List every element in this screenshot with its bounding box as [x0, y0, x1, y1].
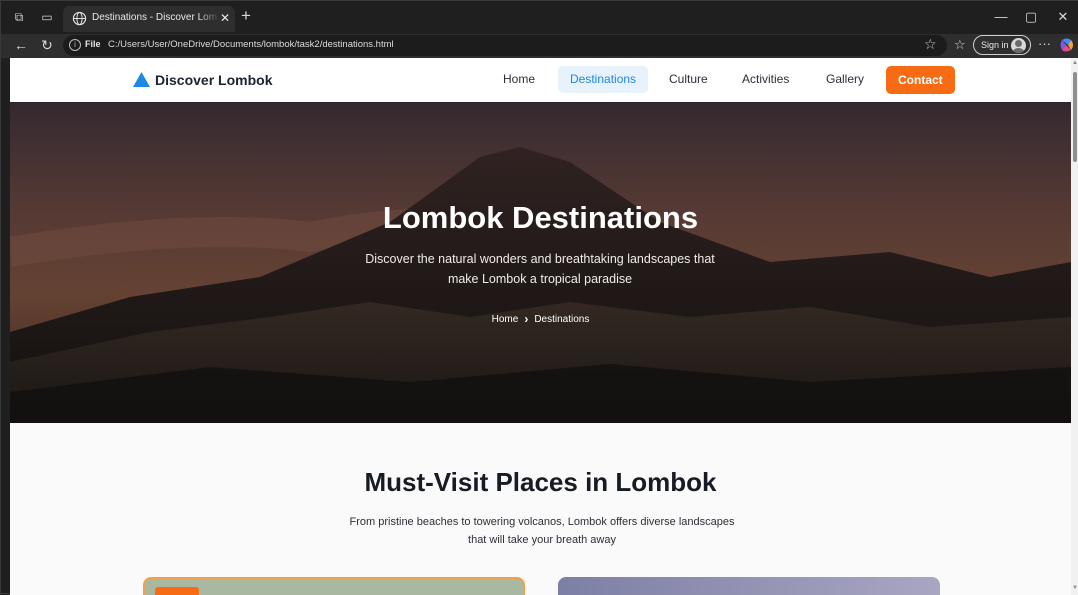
favorites-icon[interactable]: ☆ — [954, 37, 966, 53]
breadcrumb-home[interactable]: Home — [492, 314, 519, 325]
chevron-right-icon: › — [524, 312, 529, 326]
refresh-icon[interactable]: ↻ — [39, 37, 55, 53]
nav-culture[interactable]: Culture — [657, 66, 720, 93]
copilot-icon[interactable] — [1059, 37, 1075, 53]
profile-avatar-icon — [1011, 38, 1026, 53]
close-tab-icon[interactable]: ✕ — [220, 11, 230, 25]
close-window-icon[interactable]: ✕ — [1053, 9, 1073, 25]
must-visit-section: Must-Visit Places in Lombok From pristin… — [10, 423, 1071, 595]
address-scheme: File — [85, 39, 101, 49]
back-icon[interactable]: ← — [13, 37, 29, 53]
breadcrumb: Home › Destinations — [10, 312, 1071, 326]
nav-gallery[interactable]: Gallery — [814, 66, 876, 93]
hero-title: Lombok Destinations — [382, 200, 699, 235]
section-title: Must-Visit Places in Lombok — [364, 467, 717, 497]
browser-window: ⧉ ▭ Destinations - Discover Lombok ✕ + —… — [0, 0, 1078, 595]
scroll-up-icon[interactable]: ▲ — [1072, 60, 1078, 66]
destination-card-image[interactable] — [558, 577, 940, 595]
new-tab-icon[interactable]: + — [241, 7, 251, 25]
more-options-icon[interactable]: ··· — [1038, 36, 1051, 52]
site-navbar: Discover Lombok Home Destinations Cultur… — [10, 58, 1071, 102]
restore-icon[interactable]: ▢ — [1021, 9, 1041, 25]
minimize-icon[interactable]: — — [991, 9, 1011, 25]
address-toolbar: ← ↻ i File C:/Users/User/OneDrive/Docume… — [1, 34, 1078, 58]
nav-home[interactable]: Home — [491, 66, 547, 93]
active-tab[interactable]: Destinations - Discover Lombok ✕ — [63, 6, 235, 32]
contact-button[interactable]: Contact — [886, 66, 955, 94]
info-icon[interactable]: i — [69, 39, 81, 51]
sign-in-label: Sign in — [981, 40, 1009, 50]
scroll-down-icon[interactable]: ▼ — [1072, 585, 1078, 591]
tab-actions-icon[interactable]: ▭ — [39, 9, 55, 25]
page-viewport: Discover Lombok Home Destinations Cultur… — [10, 58, 1071, 595]
mountain-logo-icon — [133, 72, 150, 87]
address-url[interactable]: C:/Users/User/OneDrive/Documents/lombok/… — [108, 39, 394, 50]
globe-icon — [72, 11, 87, 26]
favorite-star-icon[interactable]: ☆ — [924, 36, 937, 53]
vertical-scrollbar[interactable]: ▲ ▼ — [1071, 58, 1078, 595]
hero-banner: Lombok Destinations Discover the natural… — [10, 102, 1071, 423]
nav-activities[interactable]: Activities — [730, 66, 801, 93]
destination-card-image[interactable] — [143, 577, 525, 595]
address-bar[interactable]: i File C:/Users/User/OneDrive/Documents/… — [63, 35, 947, 56]
section-subtitle: From pristine beaches to towering volcan… — [349, 516, 735, 546]
sign-in-button[interactable]: Sign in — [973, 35, 1031, 55]
nav-destinations[interactable]: Destinations — [558, 66, 649, 93]
scroll-thumb[interactable] — [1073, 72, 1077, 162]
brand-name[interactable]: Discover Lombok — [155, 72, 272, 88]
breadcrumb-current: Destinations — [534, 313, 590, 325]
hero-subtitle: Discover the natural wonders and breatht… — [365, 252, 715, 286]
workspaces-icon[interactable]: ⧉ — [11, 9, 27, 25]
tab-strip: ⧉ ▭ Destinations - Discover Lombok ✕ + —… — [1, 1, 1078, 34]
